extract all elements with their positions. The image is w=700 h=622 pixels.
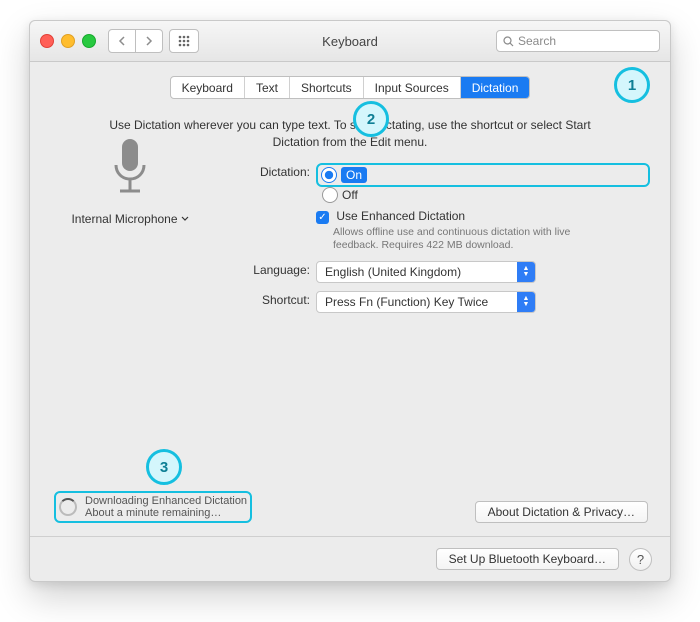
language-row: Language: English (United Kingdom) ▲▼: [50, 261, 650, 283]
tab-input-sources[interactable]: Input Sources: [364, 77, 461, 98]
select-arrows-icon: ▲▼: [517, 292, 535, 312]
select-arrows-icon: ▲▼: [517, 262, 535, 282]
radio-off-icon: [322, 187, 338, 203]
titlebar: Keyboard Search: [30, 21, 670, 62]
bluetooth-keyboard-button[interactable]: Set Up Bluetooth Keyboard…: [436, 548, 619, 570]
search-field[interactable]: Search: [496, 30, 660, 52]
callout-1: 1: [614, 67, 650, 103]
dictation-off-radio[interactable]: Off: [322, 187, 650, 203]
language-label: Language:: [50, 261, 316, 277]
microphone-name: Internal Microphone: [71, 212, 177, 226]
shortcut-value: Press Fn (Function) Key Twice: [325, 295, 488, 309]
show-all-button[interactable]: [169, 29, 199, 53]
help-button[interactable]: ?: [629, 548, 652, 571]
grid-icon: [178, 35, 190, 47]
search-placeholder: Search: [518, 34, 556, 48]
dictation-on-text: On: [341, 167, 367, 183]
search-icon: [503, 36, 514, 47]
language-select[interactable]: English (United Kingdom) ▲▼: [316, 261, 536, 283]
content-area: Internal Microphone Use Dictation wherev…: [30, 117, 670, 313]
microphone-icon: [108, 135, 152, 201]
enhanced-checkbox[interactable]: ✓: [316, 211, 329, 224]
shortcut-select[interactable]: Press Fn (Function) Key Twice ▲▼: [316, 291, 536, 313]
download-status: Downloading Enhanced Dictation About a m…: [54, 491, 252, 523]
tab-keyboard[interactable]: Keyboard: [171, 77, 245, 98]
enhanced-sublabel: Allows offline use and continuous dictat…: [333, 226, 593, 253]
language-value: English (United Kingdom): [325, 265, 461, 279]
tab-dictation[interactable]: Dictation: [461, 77, 530, 98]
spinner-icon: [59, 498, 77, 516]
enhanced-label: Use Enhanced Dictation: [336, 209, 465, 223]
segmented-control: Keyboard Text Shortcuts Input Sources Di…: [170, 76, 531, 99]
chevron-down-icon: [181, 216, 189, 222]
chevron-left-icon: [118, 36, 126, 46]
shortcut-row: Shortcut: Press Fn (Function) Key Twice …: [50, 291, 650, 313]
tab-shortcuts[interactable]: Shortcuts: [290, 77, 364, 98]
minimize-button[interactable]: [61, 34, 75, 48]
back-button[interactable]: [108, 29, 136, 53]
window-title: Keyboard: [322, 34, 378, 49]
about-dictation-button[interactable]: About Dictation & Privacy…: [475, 501, 648, 523]
close-button[interactable]: [40, 34, 54, 48]
nav-buttons: [108, 29, 163, 53]
shortcut-label: Shortcut:: [50, 291, 316, 307]
chevron-right-icon: [145, 36, 153, 46]
microphone-selector[interactable]: Internal Microphone: [65, 135, 195, 228]
preferences-window: 1 2 3 Keyboard Search: [29, 20, 671, 582]
dictation-on-radio[interactable]: On: [316, 163, 650, 187]
callout-2: 2: [353, 101, 389, 137]
tab-text[interactable]: Text: [245, 77, 290, 98]
dictation-off-text: Off: [342, 188, 358, 202]
callout-3: 3: [146, 449, 182, 485]
download-line2: About a minute remaining…: [85, 507, 247, 519]
download-line1: Downloading Enhanced Dictation: [85, 495, 247, 507]
footer: Set Up Bluetooth Keyboard… ?: [30, 536, 670, 581]
microphone-label: Internal Microphone: [71, 212, 188, 226]
window-controls: [40, 34, 96, 48]
radio-on-icon: [321, 167, 337, 183]
zoom-button[interactable]: [82, 34, 96, 48]
tab-bar: Keyboard Text Shortcuts Input Sources Di…: [30, 76, 670, 99]
forward-button[interactable]: [136, 29, 163, 53]
